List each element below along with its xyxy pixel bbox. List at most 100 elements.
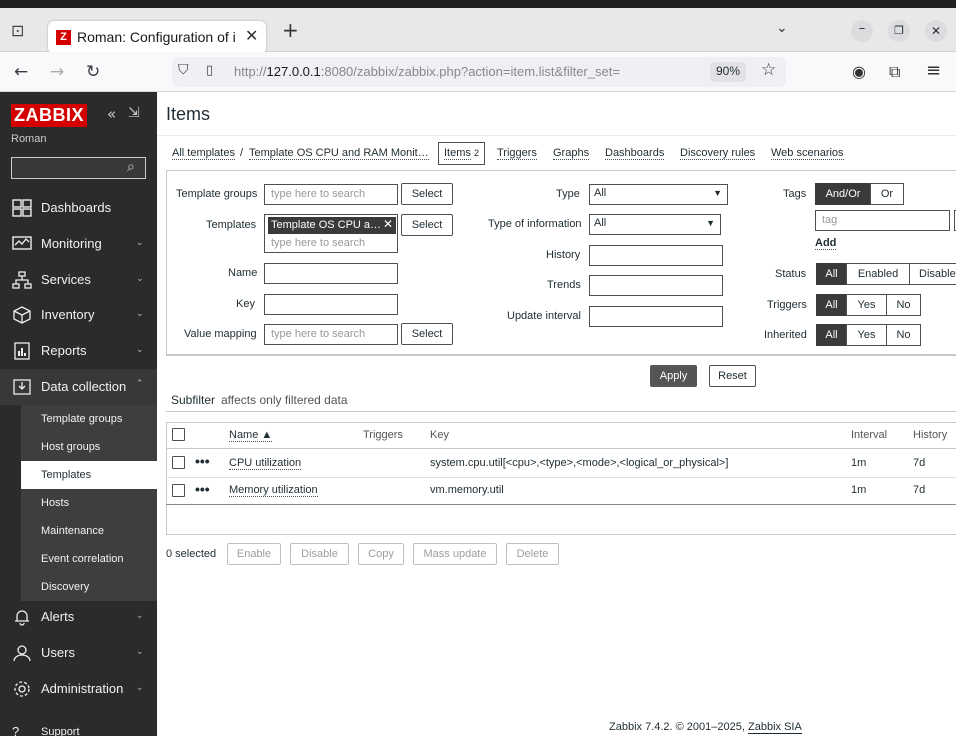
triggers-yes-toggle[interactable]: Yes <box>846 294 887 316</box>
tags-andor-toggle[interactable]: And/Or <box>815 183 871 205</box>
sidebar-item-administration[interactable]: Administration ⌄ <box>0 671 157 707</box>
header-name[interactable]: Name ▲ <box>229 429 273 442</box>
status-all-toggle[interactable]: All <box>816 263 847 285</box>
delete-button[interactable]: Delete <box>506 543 559 565</box>
reload-icon[interactable]: ↻ <box>86 62 100 82</box>
apply-button[interactable]: Apply <box>650 365 697 387</box>
url-bar[interactable]: ⛉ ▯ http://127.0.0.1:8080/zabbix/zabbix.… <box>172 57 786 87</box>
footer-company-link[interactable]: Zabbix SIA <box>748 721 802 734</box>
tab-dashboards[interactable]: Dashboards <box>605 147 665 160</box>
url-text[interactable]: http://127.0.0.1:8080/zabbix/zabbix.php?… <box>234 64 704 79</box>
collapse-sidebar-icon[interactable]: « <box>107 105 116 123</box>
add-tag-link[interactable]: Add <box>815 237 837 250</box>
template-groups-input[interactable]: type here to search <box>264 184 398 205</box>
reset-button[interactable]: Reset <box>709 365 756 387</box>
url-rest: :8080/zabbix/zabbix.php?action=item.list… <box>320 64 620 79</box>
copy-button[interactable]: Copy <box>358 543 404 565</box>
mass-update-button[interactable]: Mass update <box>413 543 497 565</box>
breadcrumb-template[interactable]: Template OS CPU and RAM Monit… <box>249 147 429 160</box>
tab-web-scenarios[interactable]: Web scenarios <box>771 147 844 160</box>
browser-tab[interactable]: Z Roman: Configuration of i ✕ <box>48 21 266 54</box>
tags-or-toggle[interactable]: Or <box>870 183 904 205</box>
sidebar-item-data-collection[interactable]: Data collection ⌃ <box>0 369 157 405</box>
row-actions-icon[interactable]: ••• <box>195 481 210 497</box>
submenu-item-maintenance[interactable]: Maintenance <box>21 517 157 545</box>
tab-list-chevron-icon[interactable]: ⌄ <box>776 20 788 36</box>
template-groups-select-button[interactable]: Select <box>401 183 453 205</box>
extensions-icon[interactable]: ⧉ <box>889 62 900 82</box>
page-header <box>157 92 956 136</box>
sidebar-item-users[interactable]: Users ⌄ <box>0 635 157 671</box>
history-input[interactable] <box>589 245 723 266</box>
window-close-icon[interactable]: ✕ <box>925 20 947 42</box>
breadcrumb-all-templates[interactable]: All templates <box>172 147 235 160</box>
sidebar-item-dashboards[interactable]: Dashboards <box>0 190 157 226</box>
tab-close-icon[interactable]: ✕ <box>245 26 258 45</box>
maximize-icon[interactable]: ❐ <box>888 20 910 42</box>
type-of-information-select[interactable]: All ▼ <box>589 214 721 235</box>
app-menu-icon[interactable]: ≡ <box>926 60 941 81</box>
remove-chip-icon[interactable]: ✕ <box>383 217 393 231</box>
key-label: Key <box>236 298 255 310</box>
key-input[interactable] <box>264 294 398 315</box>
subfilter-title: Subfilter <box>171 393 216 407</box>
tab-graphs[interactable]: Graphs <box>553 147 590 160</box>
footer-text: Zabbix 7.4.2. © 2001–2025, <box>609 721 745 733</box>
update-interval-input[interactable] <box>589 306 723 327</box>
page-info-icon[interactable]: ▯ <box>206 63 213 78</box>
tab-items[interactable]: Items 2 <box>438 142 485 165</box>
template-chip[interactable]: Template OS CPU a… <box>268 217 396 234</box>
browser-tab-bar: ⊡ Z Roman: Configuration of i ✕ + ⌄ – ❐ … <box>0 8 956 54</box>
sidebar-item-services[interactable]: Services ⌄ <box>0 262 157 298</box>
tab-discovery-rules[interactable]: Discovery rules <box>680 147 756 160</box>
status-enabled-toggle[interactable]: Enabled <box>846 263 910 285</box>
select-all-checkbox[interactable] <box>172 428 185 441</box>
minimize-icon[interactable]: – <box>851 20 873 42</box>
forward-icon[interactable]: → <box>50 62 64 82</box>
name-input[interactable] <box>264 263 398 284</box>
submenu-item-template-groups[interactable]: Template groups <box>21 405 157 433</box>
status-disabled-toggle[interactable]: Disabled <box>909 263 956 285</box>
zoom-level[interactable]: 90% <box>710 62 747 82</box>
value-mapping-select-button[interactable]: Select <box>401 323 453 345</box>
inherited-yes-toggle[interactable]: Yes <box>846 324 887 346</box>
row-actions-icon[interactable]: ••• <box>195 453 210 469</box>
shield-icon[interactable]: ⛉ <box>178 62 189 78</box>
bookmark-star-icon[interactable]: ☆ <box>761 60 776 80</box>
kiosk-mode-icon[interactable]: ⇲ <box>128 105 140 121</box>
item-name-link[interactable]: Memory utilization <box>229 484 318 497</box>
templates-input[interactable]: Template OS CPU a… ✕ type here to search <box>264 214 398 253</box>
row-checkbox[interactable] <box>172 484 185 497</box>
item-name-link[interactable]: CPU utilization <box>229 457 302 470</box>
account-icon[interactable]: ◉ <box>852 62 866 81</box>
submenu-item-host-groups[interactable]: Host groups <box>21 433 157 461</box>
new-tab-icon[interactable]: + <box>282 18 299 42</box>
search-icon[interactable]: ⌕ <box>127 159 135 175</box>
inherited-all-toggle[interactable]: All <box>816 324 847 346</box>
enable-button[interactable]: Enable <box>227 543 281 565</box>
inherited-no-toggle[interactable]: No <box>886 324 921 346</box>
submenu-item-event-correlation[interactable]: Event correlation <box>21 545 157 573</box>
sidebar-item-reports[interactable]: Reports ⌄ <box>0 333 157 369</box>
sidebar-search-input[interactable]: ⌕ <box>11 157 146 179</box>
sidebar-item-support[interactable]: ? Support <box>0 718 157 736</box>
templates-select-button[interactable]: Select <box>401 214 453 236</box>
tab-triggers[interactable]: Triggers <box>497 147 537 160</box>
submenu-item-hosts[interactable]: Hosts <box>21 489 157 517</box>
tab-overview-icon[interactable]: ⊡ <box>11 21 24 40</box>
submenu-item-templates[interactable]: Templates <box>21 461 157 489</box>
value-mapping-input[interactable]: type here to search <box>264 324 398 345</box>
triggers-all-toggle[interactable]: All <box>816 294 847 316</box>
triggers-no-toggle[interactable]: No <box>886 294 921 316</box>
tag-input[interactable]: tag <box>815 210 950 231</box>
sidebar-item-alerts[interactable]: Alerts ⌄ <box>0 599 157 635</box>
disable-button[interactable]: Disable <box>290 543 349 565</box>
sidebar-item-inventory[interactable]: Inventory ⌄ <box>0 297 157 333</box>
row-checkbox[interactable] <box>172 456 185 469</box>
sidebar-item-monitoring[interactable]: Monitoring ⌄ <box>0 226 157 262</box>
back-icon[interactable]: ← <box>14 62 28 82</box>
zabbix-logo[interactable]: ZABBIX <box>11 104 87 127</box>
trends-input[interactable] <box>589 275 723 296</box>
submenu-item-discovery[interactable]: Discovery <box>21 573 157 601</box>
type-select[interactable]: All ▼ <box>589 184 728 205</box>
